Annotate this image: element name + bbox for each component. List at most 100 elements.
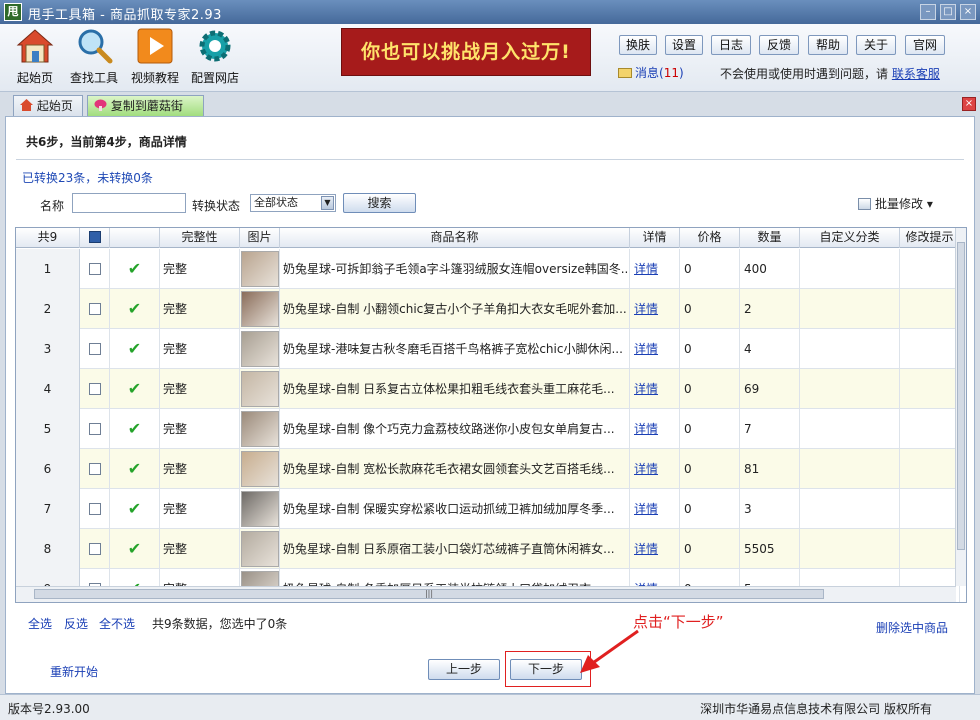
table-row[interactable]: 6 ✔ 完整 奶兔星球-自制 宽松长款麻花毛衣裙女圆领套头文艺百搭毛线... 详情 0 81	[16, 449, 960, 489]
help-button[interactable]: 帮助	[808, 35, 848, 55]
row-product-name: 奶兔星球-自制 保暖实穿松紧收口运动抓绒卫裤加绒加厚冬季...	[280, 489, 630, 529]
row-price[interactable]: 0	[680, 329, 740, 369]
row-price[interactable]: 0	[680, 249, 740, 289]
main-toolbar: 起始页 查找工具 视频教程 配置网店 你也可以挑战月入过万! 换肤 设置 日志 …	[0, 24, 980, 92]
row-image[interactable]	[240, 409, 280, 449]
select-none-link[interactable]: 全不选	[99, 615, 135, 632]
row-price[interactable]: 0	[680, 289, 740, 329]
delete-selected-link[interactable]: 删除选中商品	[876, 619, 948, 636]
row-image[interactable]	[240, 249, 280, 289]
tool-home[interactable]: 起始页	[5, 27, 65, 86]
contact-support-link[interactable]: 联系客服	[892, 67, 940, 81]
row-quantity[interactable]: 3	[740, 489, 800, 529]
row-custom-category[interactable]	[800, 489, 900, 529]
maximize-button[interactable]: □	[940, 4, 956, 20]
detail-link[interactable]: 详情	[634, 382, 658, 396]
row-custom-category[interactable]	[800, 369, 900, 409]
feedback-button[interactable]: 反馈	[759, 35, 799, 55]
row-completeness: 完整	[160, 249, 240, 289]
row-checkbox[interactable]	[80, 489, 110, 529]
row-quantity[interactable]: 2	[740, 289, 800, 329]
row-image[interactable]	[240, 329, 280, 369]
table-row[interactable]: 3 ✔ 完整 奶兔星球-港味复古秋冬磨毛百搭千鸟格裤子宽松chic小脚休闲... 详情 0…	[16, 329, 960, 369]
detail-link[interactable]: 详情	[634, 502, 658, 516]
row-price[interactable]: 0	[680, 409, 740, 449]
table-row[interactable]: 2 ✔ 完整 奶兔星球-自制 小翻领chic复古小个子羊角扣大衣女毛呢外套加... 详情…	[16, 289, 960, 329]
detail-link[interactable]: 详情	[634, 302, 658, 316]
table-row[interactable]: 5 ✔ 完整 奶兔星球-自制 像个巧克力盒荔枝纹路迷你小皮包女单肩复古... 详情 0 7	[16, 409, 960, 449]
row-custom-category[interactable]	[800, 409, 900, 449]
horizontal-scrollbar[interactable]: |||	[16, 586, 956, 602]
close-tab-icon[interactable]: ×	[962, 97, 976, 111]
messages-link[interactable]: 消息(11)	[618, 64, 684, 82]
official-site-button[interactable]: 官网	[905, 35, 945, 55]
row-quantity[interactable]: 7	[740, 409, 800, 449]
row-price[interactable]: 0	[680, 529, 740, 569]
promo-banner[interactable]: 你也可以挑战月入过万!	[341, 28, 591, 76]
header-select-all-checkbox[interactable]	[80, 228, 110, 248]
tool-config-store[interactable]: 配置网店	[185, 27, 245, 86]
tab-start-page[interactable]: 起始页	[13, 95, 83, 117]
row-checkbox[interactable]	[80, 329, 110, 369]
row-quantity[interactable]: 81	[740, 449, 800, 489]
row-checkbox[interactable]	[80, 529, 110, 569]
tool-find[interactable]: 查找工具	[64, 27, 124, 86]
restart-link[interactable]: 重新开始	[50, 663, 98, 680]
status-filter-select[interactable]: 全部状态 ▼	[250, 194, 336, 212]
row-checkbox[interactable]	[80, 249, 110, 289]
batch-edit-icon	[858, 198, 871, 210]
row-custom-category[interactable]	[800, 249, 900, 289]
row-image[interactable]	[240, 489, 280, 529]
row-price[interactable]: 0	[680, 489, 740, 529]
row-checkbox[interactable]	[80, 409, 110, 449]
tab-copy-to-mogujie[interactable]: 复制到蘑菇街	[87, 95, 204, 117]
minimize-button[interactable]: –	[920, 4, 936, 20]
previous-step-button[interactable]: 上一步	[428, 659, 500, 680]
row-custom-category[interactable]	[800, 449, 900, 489]
row-custom-category[interactable]	[800, 529, 900, 569]
row-checkbox[interactable]	[80, 289, 110, 329]
name-filter-input[interactable]	[72, 193, 186, 213]
row-image[interactable]	[240, 289, 280, 329]
row-custom-category[interactable]	[800, 289, 900, 329]
row-quantity[interactable]: 69	[740, 369, 800, 409]
detail-link[interactable]: 详情	[634, 262, 658, 276]
detail-link[interactable]: 详情	[634, 342, 658, 356]
row-image[interactable]	[240, 369, 280, 409]
tool-video[interactable]: 视频教程	[125, 27, 185, 86]
table-row[interactable]: 8 ✔ 完整 奶兔星球-自制 日系原宿工装小口袋灯芯绒裤子直筒休闲裤女... 详情 0 55…	[16, 529, 960, 569]
detail-link[interactable]: 详情	[634, 542, 658, 556]
row-quantity[interactable]: 5505	[740, 529, 800, 569]
settings-button[interactable]: 设置	[665, 35, 703, 55]
row-quantity[interactable]: 400	[740, 249, 800, 289]
row-image[interactable]	[240, 529, 280, 569]
checkmark-icon: ✔	[127, 539, 142, 558]
skin-button[interactable]: 换肤	[619, 35, 657, 55]
horizontal-scroll-thumb[interactable]: |||	[34, 589, 824, 599]
checkmark-icon: ✔	[127, 339, 142, 358]
row-price[interactable]: 0	[680, 369, 740, 409]
table-row[interactable]: 4 ✔ 完整 奶兔星球-自制 日系复古立体松果扣粗毛线衣套头重工麻花毛... 详情 0 69	[16, 369, 960, 409]
search-button[interactable]: 搜索	[343, 193, 416, 213]
row-image[interactable]	[240, 449, 280, 489]
close-window-button[interactable]: ×	[960, 4, 976, 20]
invert-selection-link[interactable]: 反选	[64, 615, 88, 632]
row-price[interactable]: 0	[680, 449, 740, 489]
row-product-name: 奶兔星球-自制 日系复古立体松果扣粗毛线衣套头重工麻花毛...	[280, 369, 630, 409]
detail-link[interactable]: 详情	[634, 462, 658, 476]
about-button[interactable]: 关于	[856, 35, 896, 55]
vertical-scrollbar[interactable]	[955, 228, 966, 586]
row-checkbox[interactable]	[80, 369, 110, 409]
table-row[interactable]: 1 ✔ 完整 奶兔星球-可拆卸翁子毛领a字斗篷羽绒服女连帽oversize韩国冬...…	[16, 249, 960, 289]
row-quantity[interactable]: 4	[740, 329, 800, 369]
table-row[interactable]: 7 ✔ 完整 奶兔星球-自制 保暖实穿松紧收口运动抓绒卫裤加绒加厚冬季... 详情 0 3	[16, 489, 960, 529]
row-custom-category[interactable]	[800, 329, 900, 369]
vertical-scroll-thumb[interactable]	[957, 242, 965, 550]
log-button[interactable]: 日志	[711, 35, 751, 55]
detail-link[interactable]: 详情	[634, 422, 658, 436]
row-checkbox[interactable]	[80, 449, 110, 489]
status-filter-value: 全部状态	[254, 196, 298, 209]
batch-edit-menu[interactable]: 批量修改 ▾	[858, 195, 933, 212]
row-edit-hint	[900, 409, 960, 449]
select-all-link[interactable]: 全选	[28, 615, 52, 632]
